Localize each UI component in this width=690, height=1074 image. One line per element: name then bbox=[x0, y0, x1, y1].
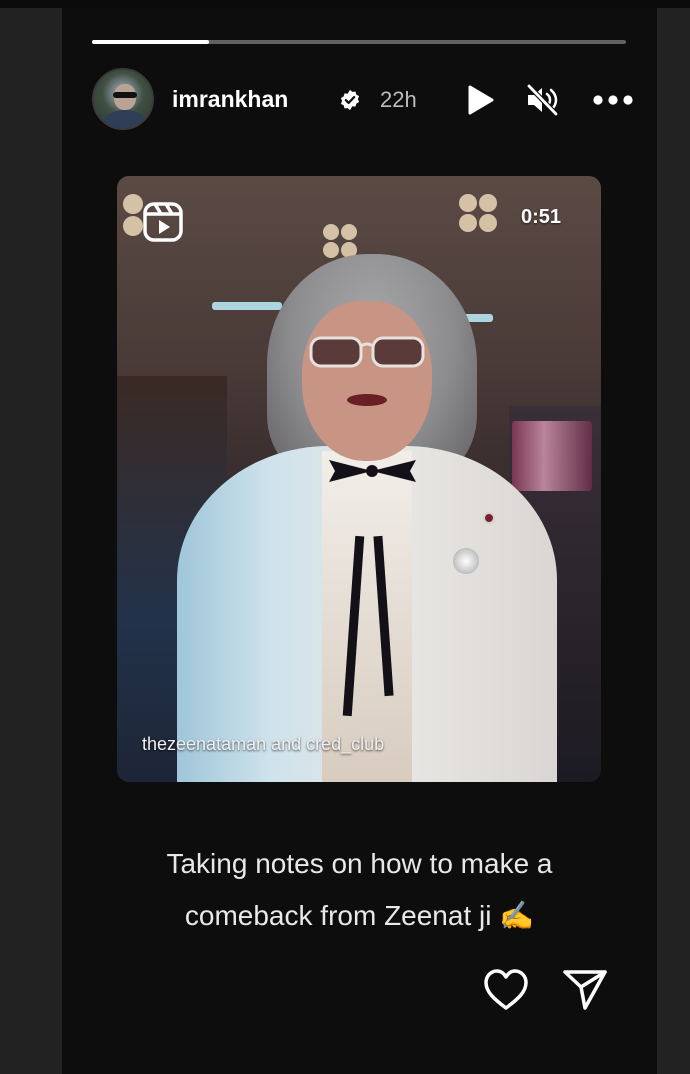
reel-bokeh bbox=[341, 224, 357, 240]
heart-icon[interactable] bbox=[482, 966, 530, 1014]
reel-credit[interactable]: thezeenataman and cred_club bbox=[142, 734, 384, 755]
reel-subject-lips bbox=[347, 394, 387, 406]
story-caption: Taking notes on how to make a comeback f… bbox=[122, 838, 597, 942]
left-gutter bbox=[0, 8, 62, 1074]
reel-bokeh bbox=[479, 194, 497, 212]
verified-badge-icon bbox=[340, 89, 360, 111]
reel-subject-shirt bbox=[322, 451, 412, 782]
reel-stage-light bbox=[212, 302, 282, 310]
lapel-pin-graphic bbox=[483, 512, 495, 524]
shared-reel-card[interactable]: 0:51 thezeenataman and cred_club bbox=[117, 176, 601, 782]
reel-bokeh bbox=[479, 214, 497, 232]
reels-icon bbox=[143, 202, 183, 242]
caption-line-1: Taking notes on how to make a bbox=[166, 848, 553, 879]
reel-duration: 0:51 bbox=[521, 206, 562, 228]
reel-bokeh bbox=[459, 194, 477, 212]
speaker-muted-icon[interactable] bbox=[524, 82, 560, 118]
reel-bokeh bbox=[123, 194, 143, 214]
send-icon[interactable] bbox=[562, 966, 608, 1012]
reel-background-screen bbox=[512, 421, 592, 491]
sunglasses-graphic bbox=[309, 336, 425, 368]
reel-bokeh bbox=[323, 224, 339, 240]
story-viewer[interactable]: imrankhan 22h 0:51 thezeenataman and cre… bbox=[62, 8, 657, 1074]
reel-subject-face bbox=[302, 301, 432, 461]
more-horizontal-icon[interactable] bbox=[592, 94, 634, 106]
caption-line-2: comeback from Zeenat ji ✍️ bbox=[184, 900, 535, 931]
story-progress-bar bbox=[92, 40, 626, 44]
brooch-graphic bbox=[453, 548, 479, 574]
right-gutter bbox=[657, 8, 690, 1074]
story-progress-fill bbox=[92, 40, 210, 44]
play-icon[interactable] bbox=[465, 84, 495, 116]
reel-bokeh bbox=[459, 214, 477, 232]
top-strip bbox=[0, 0, 690, 8]
reel-bokeh bbox=[123, 216, 143, 236]
avatar[interactable] bbox=[92, 68, 154, 130]
story-header: imrankhan 22h bbox=[92, 68, 633, 132]
username[interactable]: imrankhan bbox=[172, 86, 288, 113]
reel-bokeh bbox=[323, 242, 339, 258]
bow-tie-graphic bbox=[329, 460, 416, 482]
time-ago: 22h bbox=[380, 87, 417, 112]
